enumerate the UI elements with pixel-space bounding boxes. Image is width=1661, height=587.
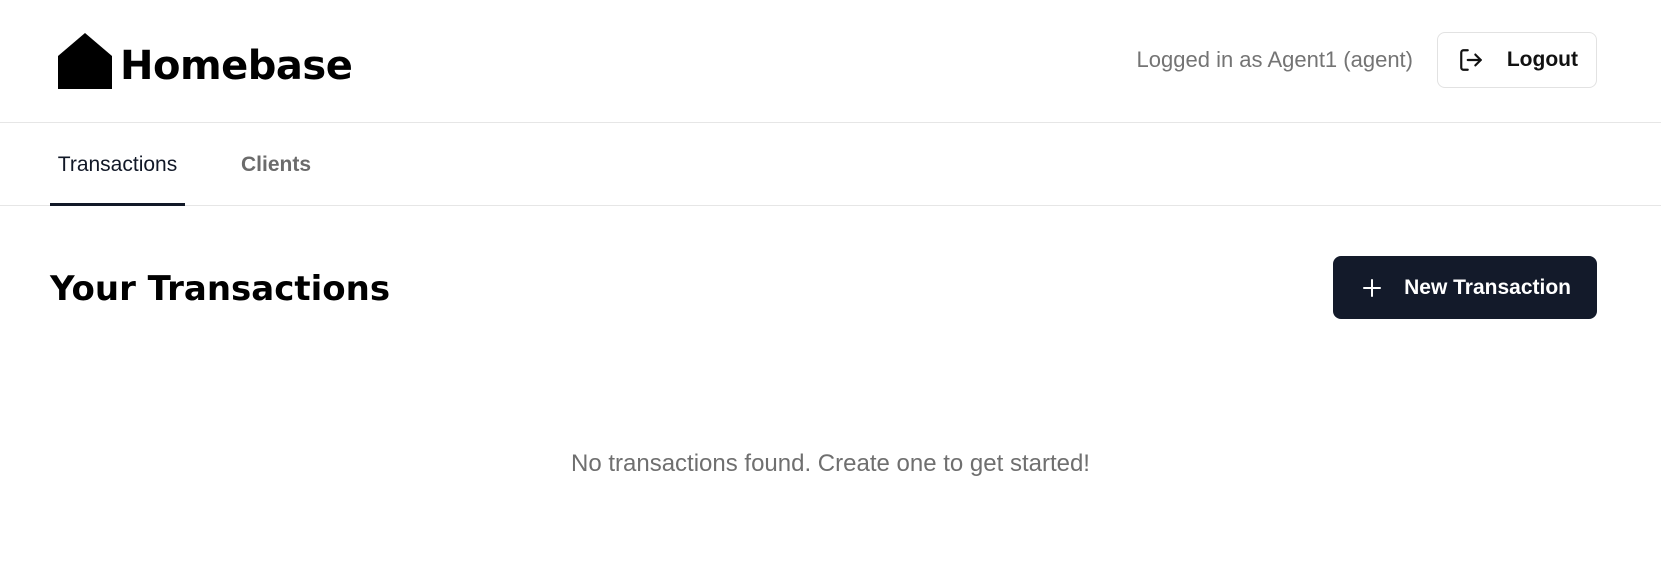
tab-transactions[interactable]: Transactions [50,153,185,206]
user-area: Logged in as Agent1 (agent) Logout [1137,32,1597,88]
main-content: Your Transactions New Transaction No tra… [0,206,1661,586]
new-transaction-label: New Transaction [1404,275,1571,299]
app-header: Homebase Logged in as Agent1 (agent) Log… [0,0,1661,123]
logout-icon [1460,49,1482,71]
tab-clients[interactable]: Clients [241,153,311,206]
brand-logo[interactable]: Homebase [58,33,353,89]
logout-label: Logout [1506,48,1578,71]
empty-state-message: No transactions found. Create one to get… [571,450,1090,477]
brand-name: Homebase [120,43,353,89]
page-title: Your Transactions [50,269,391,309]
logout-button[interactable]: Logout [1437,32,1597,88]
house-icon [58,33,112,89]
logged-in-user-text: Logged in as Agent1 (agent) [1136,47,1413,72]
tab-bar: Transactions Clients [0,123,1661,206]
plus-icon [1363,278,1381,297]
new-transaction-button[interactable]: New Transaction [1333,256,1597,319]
